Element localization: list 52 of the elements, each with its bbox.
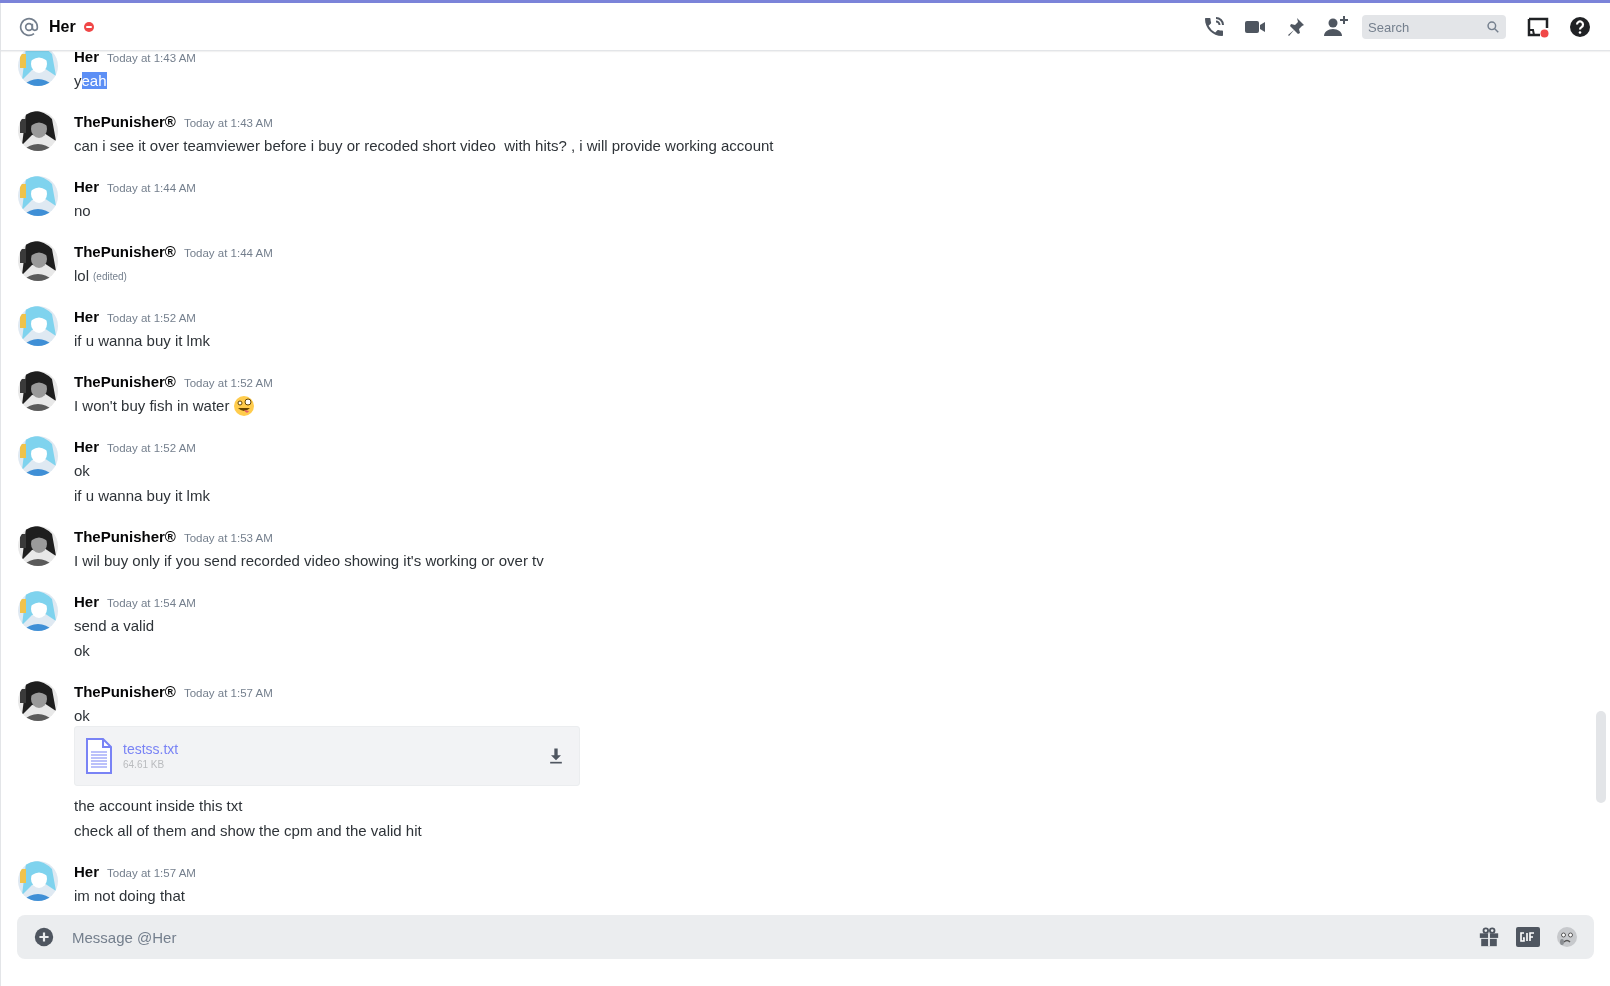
- timestamp: Today at 1:52 AM: [107, 311, 196, 326]
- author-name[interactable]: Her: [74, 51, 99, 69]
- add-friend-icon[interactable]: [1323, 14, 1349, 39]
- message-text: send a valid: [74, 615, 155, 636]
- message-text: if u wanna buy it lmk: [74, 485, 210, 506]
- message-input[interactable]: Message @Her: [17, 915, 1594, 959]
- timestamp: Today at 1:52 AM: [107, 441, 196, 456]
- message-text: I won't buy fish in water: [74, 395, 230, 416]
- add-icon[interactable]: [33, 926, 55, 948]
- author-name[interactable]: Her: [74, 176, 99, 199]
- message-text: ok: [74, 705, 90, 726]
- author-name[interactable]: ThePunisher®: [74, 111, 176, 134]
- message-text: im not doing that: [74, 885, 185, 906]
- message-text: the account inside this txt: [74, 795, 243, 816]
- help-icon[interactable]: [1568, 14, 1592, 39]
- timestamp: Today at 1:52 AM: [183, 376, 273, 391]
- channel-name: Her: [49, 16, 76, 37]
- message-text: check all of them and show the cpm and the valid hit: [74, 820, 422, 841]
- scrollbar-thumb[interactable]: [1596, 711, 1606, 803]
- timestamp: Today at 1:44 AM: [107, 181, 196, 196]
- timestamp: Today at 1:53 AM: [183, 531, 273, 546]
- timestamp: Today at 1:43 AM: [107, 51, 196, 66]
- at-sign-icon: [19, 16, 39, 37]
- message-text: lol: [74, 265, 89, 286]
- message-text: no: [74, 200, 91, 221]
- gift-icon[interactable]: [1478, 926, 1500, 948]
- timestamp: Today at 1:57 AM: [183, 686, 273, 701]
- author-name[interactable]: Her: [74, 306, 99, 329]
- author-name[interactable]: ThePunisher®: [74, 371, 176, 394]
- timestamp: Today at 1:43 AM: [183, 116, 273, 131]
- timestamp: Today at 1:44 AM: [183, 246, 273, 261]
- author-name[interactable]: Her: [74, 591, 99, 614]
- author-name[interactable]: ThePunisher®: [74, 681, 176, 704]
- search-icon: [1486, 19, 1500, 34]
- author-name[interactable]: ThePunisher®: [74, 526, 176, 549]
- file-size: 64.61 KB: [123, 757, 166, 772]
- author-name[interactable]: Her: [74, 436, 99, 459]
- message-text: ok: [74, 460, 90, 481]
- message-text: ok: [74, 640, 90, 661]
- author-name[interactable]: ThePunisher®: [74, 241, 176, 264]
- gif-icon[interactable]: [1516, 927, 1540, 947]
- timestamp: Today at 1:57 AM: [107, 866, 196, 881]
- emoji-icon[interactable]: [1556, 926, 1578, 948]
- document-icon: [86, 738, 112, 774]
- phone-call-icon[interactable]: [1202, 14, 1226, 39]
- search-field[interactable]: Search: [1362, 15, 1506, 39]
- message-text: I wil buy only if you send recorded video showing it's working or over tv: [74, 550, 544, 571]
- message-text: if u wanna buy it lmk: [74, 330, 210, 351]
- message-text: can i see it over teamviewer before i buy or recoded short video with hits? , i will provide working account: [74, 135, 774, 156]
- edited-label: (edited): [93, 270, 127, 284]
- author-name[interactable]: Her: [74, 861, 99, 884]
- timestamp: Today at 1:54 AM: [107, 596, 196, 611]
